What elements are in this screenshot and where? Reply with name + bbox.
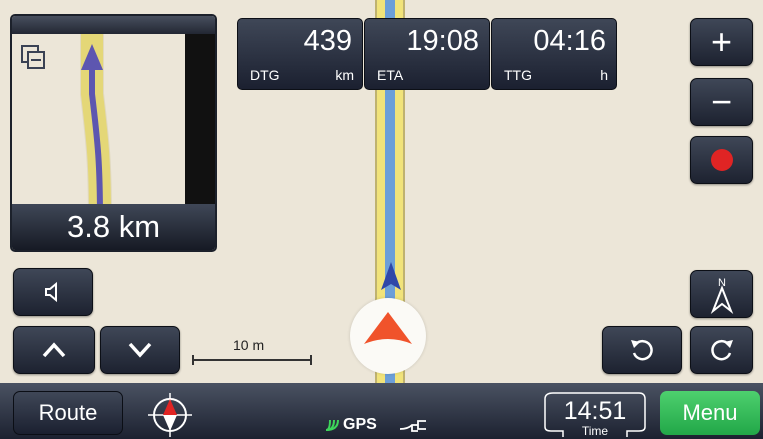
navigation-arrow-icon bbox=[364, 312, 412, 344]
route-direction-arrow-icon bbox=[381, 262, 401, 290]
north-up-button[interactable]: N bbox=[690, 270, 753, 318]
rotate-right-button[interactable] bbox=[690, 326, 753, 374]
ttg-unit: h bbox=[600, 67, 608, 83]
route-button[interactable]: Route bbox=[13, 391, 123, 435]
north-arrow-icon: N bbox=[710, 277, 733, 314]
gps-label: GPS bbox=[343, 416, 377, 433]
eta-label: ETA bbox=[377, 67, 404, 83]
menu-button[interactable]: Menu bbox=[660, 391, 760, 435]
clock-label: Time bbox=[581, 424, 609, 438]
dtg-value: 439 bbox=[303, 25, 352, 57]
scale-label: 10 m bbox=[233, 337, 265, 353]
record-button[interactable] bbox=[690, 136, 753, 184]
ttg-panel[interactable]: 04:16 TTG h bbox=[491, 18, 617, 90]
eta-value: 19:08 bbox=[406, 25, 479, 57]
rotate-right-icon bbox=[710, 339, 733, 361]
power-plug-icon bbox=[399, 420, 426, 432]
eta-panel[interactable]: 19:08 ETA bbox=[364, 18, 490, 90]
zoom-in-button[interactable]: + bbox=[690, 18, 753, 66]
volume-button[interactable] bbox=[13, 268, 93, 316]
scroll-up-button[interactable] bbox=[13, 326, 95, 374]
gps-status: GPS bbox=[324, 416, 377, 434]
record-icon bbox=[710, 149, 733, 171]
preview-header bbox=[12, 16, 215, 34]
speaker-icon bbox=[45, 281, 57, 303]
zoom-out-button[interactable]: − bbox=[690, 78, 753, 126]
clock[interactable]: 14:51 Time bbox=[541, 391, 649, 438]
clock-time: 14:51 bbox=[563, 397, 627, 425]
rotate-left-icon bbox=[631, 339, 653, 361]
gps-signal-icon bbox=[325, 419, 339, 431]
rotate-left-button[interactable] bbox=[602, 326, 682, 374]
bottom-bar: Route GPS 14:51 Time Menu bbox=[0, 383, 763, 439]
dtg-label: DTG bbox=[250, 67, 280, 83]
next-turn-preview[interactable]: 3.8 km bbox=[10, 14, 217, 252]
preview-sidebar bbox=[185, 34, 215, 220]
compass-icon[interactable] bbox=[142, 389, 198, 439]
current-position-marker bbox=[350, 298, 426, 374]
chevron-up-icon bbox=[42, 342, 66, 358]
dtg-unit: km bbox=[335, 67, 354, 83]
layers-icon[interactable] bbox=[20, 44, 48, 72]
dtg-panel[interactable]: 439 DTG km bbox=[237, 18, 363, 90]
scale-bar bbox=[192, 355, 312, 365]
ttg-value: 04:16 bbox=[533, 25, 606, 57]
chevron-down-icon bbox=[128, 342, 152, 358]
scroll-down-button[interactable] bbox=[100, 326, 180, 374]
distance-to-turn: 3.8 km bbox=[12, 204, 215, 250]
ttg-label: TTG bbox=[504, 67, 532, 83]
